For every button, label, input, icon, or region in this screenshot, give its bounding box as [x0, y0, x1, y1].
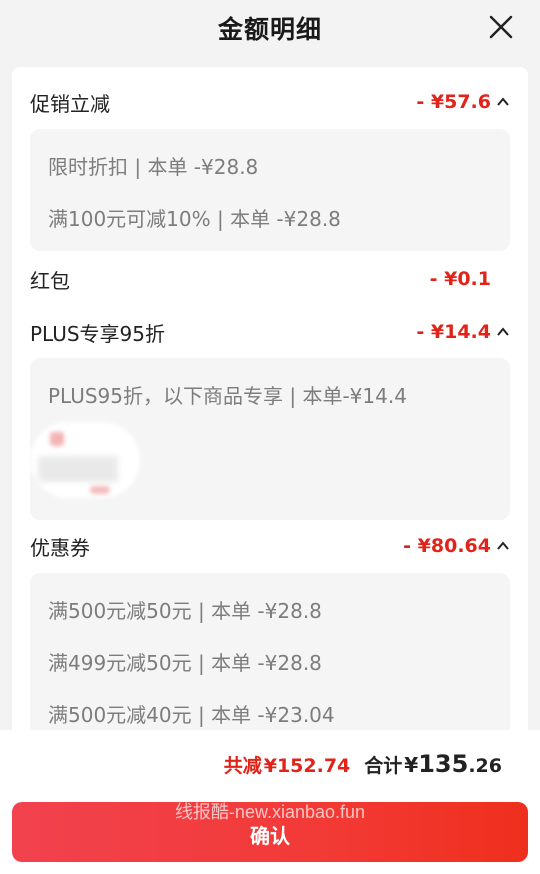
- coupon-details: 满500元减50元 | 本单 -¥28.8 满499元减50元 | 本单 -¥2…: [30, 573, 510, 747]
- saved-value: ¥152.74: [263, 755, 351, 777]
- total-decimal: .26: [468, 755, 502, 777]
- saved-label: 共减: [223, 755, 262, 777]
- plus-label: PLUS专享95折: [30, 321, 165, 346]
- total-integer: 135: [418, 750, 469, 778]
- detail-card: 促销立减 - ¥57.6 限时折扣 | 本单 -¥28.8 满100元可减10%…: [12, 67, 528, 747]
- blur-mask: [50, 432, 64, 446]
- promo-label: 促销立减: [30, 91, 110, 116]
- coupon-detail-line: 满499元减50元 | 本单 -¥28.8: [48, 651, 322, 675]
- price-summary: 共减 ¥152.74 合计 ¥ 135 .26: [224, 750, 502, 778]
- redpacket-amount: - ¥0.1: [429, 268, 491, 290]
- plus-detail-line: PLUS95折，以下商品专享 | 本单-¥14.4: [48, 384, 407, 408]
- promo-row[interactable]: 促销立减 - ¥57.6: [30, 85, 510, 119]
- promo-detail-line: 限时折扣 | 本单 -¥28.8: [48, 155, 259, 179]
- coupon-detail-line: 满500元减50元 | 本单 -¥28.8: [48, 599, 322, 623]
- coupon-amount: - ¥80.64: [403, 535, 491, 557]
- coupon-label: 优惠券: [30, 535, 90, 560]
- footer: 共减 ¥152.74 合计 ¥ 135 .26 线报酷-new.xianbao.…: [0, 730, 540, 874]
- close-icon[interactable]: [488, 14, 514, 40]
- chevron-up-icon[interactable]: [496, 325, 510, 339]
- plus-amount: - ¥14.4: [416, 321, 491, 343]
- confirm-label: 确认: [250, 826, 290, 848]
- header: 金额明细: [0, 0, 540, 56]
- promo-detail-line: 满100元可减10% | 本单 -¥28.8: [48, 207, 341, 231]
- chevron-up-icon[interactable]: [496, 95, 510, 109]
- coupon-detail-line: 满500元减40元 | 本单 -¥23.04: [48, 703, 335, 727]
- promo-amount: - ¥57.6: [416, 91, 491, 113]
- redpacket-label: 红包: [30, 268, 70, 293]
- coupon-row[interactable]: 优惠券 - ¥80.64: [30, 529, 510, 563]
- plus-details: PLUS95折，以下商品专享 | 本单-¥14.4: [30, 358, 510, 520]
- chevron-up-icon[interactable]: [496, 539, 510, 553]
- page-title: 金额明细: [217, 15, 322, 44]
- promo-details: 限时折扣 | 本单 -¥28.8 满100元可减10% | 本单 -¥28.8: [30, 129, 510, 251]
- plus-row[interactable]: PLUS专享95折 - ¥14.4: [30, 315, 510, 349]
- total-currency: ¥: [404, 753, 419, 777]
- redpacket-row: 红包 - ¥0.1: [30, 262, 510, 296]
- blur-mask: [90, 486, 110, 494]
- confirm-button[interactable]: 线报酷-new.xianbao.fun 确认: [12, 802, 528, 862]
- blur-mask: [38, 456, 118, 482]
- total-label: 合计: [364, 755, 403, 777]
